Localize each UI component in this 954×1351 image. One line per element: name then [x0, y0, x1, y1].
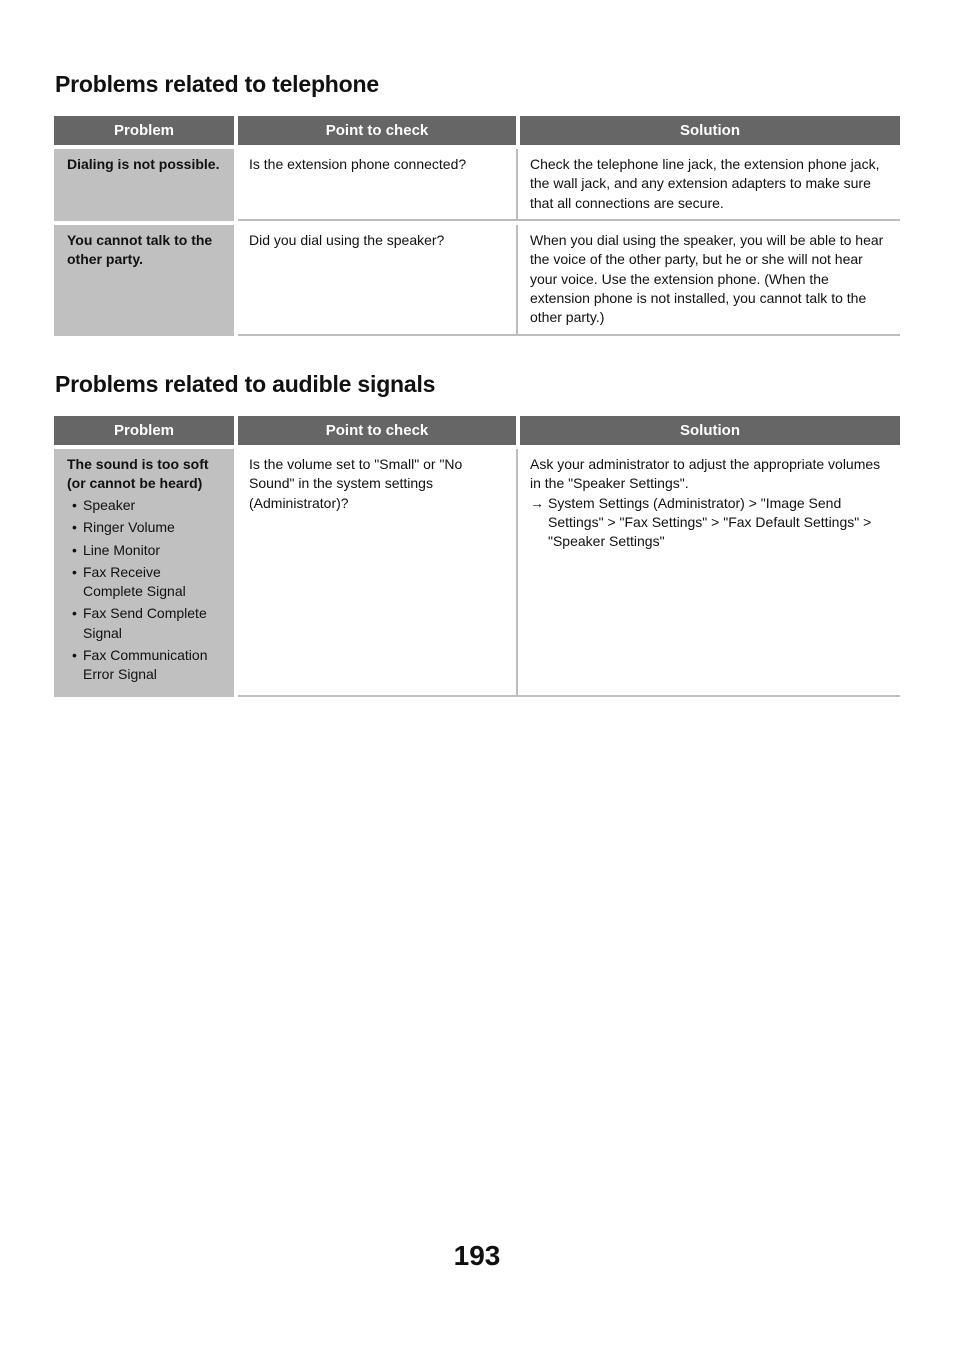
table-row: The sound is too soft (or cannot be hear…	[54, 449, 900, 697]
table-header: Problem Point to check Solution	[54, 116, 900, 145]
header-solution: Solution	[520, 116, 900, 145]
problem-item: Fax Send Complete Signal	[67, 604, 224, 643]
solution-cell: Check the telephone line jack, the exten…	[518, 149, 900, 221]
problem-item: Ringer Volume	[67, 518, 224, 538]
table-header: Problem Point to check Solution	[54, 416, 900, 445]
page-number: 193	[453, 1240, 501, 1271]
solution-cell: When you dial using the speaker, you wil…	[518, 225, 900, 336]
section-title-audible-signals: Problems related to audible signals	[55, 371, 436, 397]
telephone-problems-table: Problem Point to check Solution Dialing …	[54, 116, 900, 336]
header-problem: Problem	[54, 116, 234, 145]
problem-cell: The sound is too soft (or cannot be hear…	[54, 449, 234, 697]
problem-items-list: Speaker Ringer Volume Line Monitor Fax R…	[67, 496, 224, 685]
settings-path-text: System Settings (Administrator) > "Image…	[548, 494, 872, 550]
header-point-to-check: Point to check	[238, 416, 516, 445]
header-point-to-check: Point to check	[238, 116, 516, 145]
solution-text: Ask your administrator to adjust the app…	[530, 456, 881, 492]
point-to-check-cell: Is the extension phone connected?	[238, 149, 518, 221]
point-to-check-cell: Did you dial using the speaker?	[238, 225, 518, 336]
problem-cell: You cannot talk to the other party.	[54, 225, 234, 336]
point-to-check-cell: Is the volume set to "Small" or "No Soun…	[238, 449, 518, 697]
arrow-right-icon: →	[530, 494, 544, 511]
section-title-telephone: Problems related to telephone	[55, 71, 379, 97]
problem-item: Fax Receive Complete Signal	[67, 563, 224, 602]
problem-item: Line Monitor	[67, 541, 224, 561]
problem-cell: Dialing is not possible.	[54, 149, 234, 221]
problem-item: Fax Communication Error Signal	[67, 646, 224, 685]
settings-path: → System Settings (Administrator) > "Ima…	[530, 494, 888, 552]
table-row: Dialing is not possible. Is the extensio…	[54, 149, 900, 221]
problem-item: Speaker	[67, 496, 224, 516]
header-problem: Problem	[54, 416, 234, 445]
table-row: You cannot talk to the other party. Did …	[54, 225, 900, 336]
solution-cell: Ask your administrator to adjust the app…	[518, 449, 900, 697]
audible-signals-problems-table: Problem Point to check Solution The soun…	[54, 416, 900, 697]
header-solution: Solution	[520, 416, 900, 445]
problem-title: The sound is too soft (or cannot be hear…	[67, 456, 209, 491]
